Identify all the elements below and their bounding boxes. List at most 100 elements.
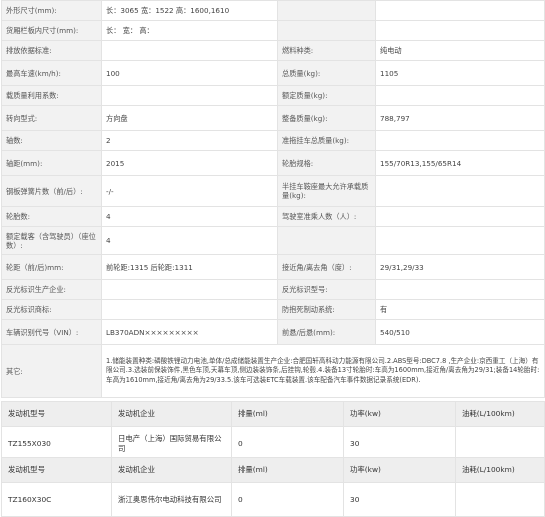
engine-table-row: TZ155X030 日电产（上海）国际贸易有限公司 0 30: [1, 426, 545, 461]
spec-label: [277, 20, 376, 41]
spec-row: 外形尺寸(mm): 长：3065 宽：1522 高：1600,1610: [1, 0, 545, 21]
spec-row: 货厢栏板内尺寸(mm): 长： 宽： 高：: [1, 20, 545, 41]
spec-label: 接近角/离去角（度）:: [277, 254, 376, 280]
spec-row: 排放依据标准: 燃料种类: 纯电动: [1, 40, 545, 61]
spec-value: [375, 226, 545, 255]
spec-row: 转向型式: 方向盘 整备质量(kg): 788,797: [1, 105, 545, 131]
spec-value: 1105: [375, 60, 545, 86]
engine-maker: 日电产（上海）国际贸易有限公司: [111, 426, 232, 461]
spec-value: 长： 宽： 高：: [101, 20, 278, 41]
engine-power: 30: [343, 426, 456, 461]
vehicle-spec-sheet: 外形尺寸(mm): 长：3065 宽：1522 高：1600,1610 货厢栏板内尺…: [0, 0, 545, 517]
engine-maker: 浙江奥思伟尔电动科技有限公司: [111, 482, 232, 517]
engine-table-header: 发动机型号 发动机企业 排量(ml) 功率(kw) 油耗(L/100km): [1, 401, 545, 427]
other-notes-label: 其它:: [1, 344, 102, 398]
spec-row: 钢板弹簧片数（前/后）: -/- 半挂车鞍座最大允许承载质量(kg):: [1, 175, 545, 207]
spec-value: 100: [101, 60, 278, 86]
other-notes-text: 1.储能装置种类:磷酸铁锂动力电池,单体/总成储能装置生产企业:合肥国轩高科动力…: [101, 344, 545, 398]
spec-label: 轴数:: [1, 130, 102, 151]
spec-value: 4: [101, 226, 278, 255]
engine-power-header: 功率(kw): [343, 457, 456, 483]
spec-row: 轮距（前/后)mm: 前轮距:1315 后轮距:1311 接近角/离去角（度）: 29…: [1, 254, 545, 280]
spec-label: 轮胎数:: [1, 206, 102, 227]
spec-label: 准拖挂车总质量(kg):: [277, 130, 376, 151]
spec-value: 长：3065 宽：1522 高：1600,1610: [101, 0, 278, 21]
spec-value: [101, 279, 278, 300]
spec-label: 整备质量(kg):: [277, 105, 376, 131]
engine-table-row: TZ160X30C 浙江奥思伟尔电动科技有限公司 0 30: [1, 482, 545, 517]
spec-value: [375, 175, 545, 207]
other-notes-row: 其它: 1.储能装置种类:磷酸铁锂动力电池,单体/总成储能装置生产企业:合肥国轩…: [1, 344, 545, 398]
spec-label: 钢板弹簧片数（前/后）:: [1, 175, 102, 207]
spec-row: 轴距(mm): 2015 轮胎规格: 155/70R13,155/65R14: [1, 150, 545, 176]
spec-label: 排放依据标准:: [1, 40, 102, 61]
spec-label: 轮胎规格:: [277, 150, 376, 176]
spec-row: 反光标识生产企业: 反光标识型号:: [1, 279, 545, 300]
spec-row: 额定载客（含驾驶员）（座位数）: 4: [1, 226, 545, 255]
engine-power-header: 功率(kw): [343, 401, 456, 427]
spec-label: 外形尺寸(mm):: [1, 0, 102, 21]
spec-row: 轮胎数: 4 驾驶室准乘人数（人）:: [1, 206, 545, 227]
spec-label: [277, 226, 376, 255]
engine-model: TZ160X30C: [1, 482, 112, 517]
spec-label: 防抱死制动系统:: [277, 299, 376, 320]
spec-row: 轴数: 2 准拖挂车总质量(kg):: [1, 130, 545, 151]
spec-label: 额定质量(kg):: [277, 85, 376, 106]
spec-value: 29/31,29/33: [375, 254, 545, 280]
spec-value: 前轮距:1315 后轮距:1311: [101, 254, 278, 280]
engine-model: TZ155X030: [1, 426, 112, 461]
engine-fuel: [455, 482, 545, 517]
spec-label: 轮距（前/后)mm:: [1, 254, 102, 280]
spec-label: 轴距(mm):: [1, 150, 102, 176]
spec-label: 货厢栏板内尺寸(mm):: [1, 20, 102, 41]
spec-value: [375, 279, 545, 300]
spec-value: 方向盘: [101, 105, 278, 131]
spec-value: [101, 85, 278, 106]
spec-value: 2: [101, 130, 278, 151]
engine-power: 30: [343, 482, 456, 517]
engine-fuel-header: 油耗(L/100km): [455, 457, 545, 483]
spec-label: 车辆识别代号（VIN）:: [1, 319, 102, 345]
engine-model-header: 发动机型号: [1, 401, 112, 427]
engine-maker-header: 发动机企业: [111, 457, 232, 483]
engine-displacement-header: 排量(ml): [231, 457, 344, 483]
engine-table-2: 发动机型号 发动机企业 排量(ml) 功率(kw) 油耗(L/100km) TZ…: [1, 457, 545, 517]
spec-label: [277, 0, 376, 21]
spec-label: 前悬/后悬(mm):: [277, 319, 376, 345]
engine-displacement: 0: [231, 482, 344, 517]
spec-label: 载质量利用系数:: [1, 85, 102, 106]
spec-value: [375, 0, 545, 21]
engine-fuel-header: 油耗(L/100km): [455, 401, 545, 427]
spec-label: 驾驶室准乘人数（人）:: [277, 206, 376, 227]
spec-value: 540/510: [375, 319, 545, 345]
spec-value: [375, 85, 545, 106]
engine-table-header: 发动机型号 发动机企业 排量(ml) 功率(kw) 油耗(L/100km): [1, 457, 545, 483]
spec-label: 反光标识型号:: [277, 279, 376, 300]
spec-value: [101, 299, 278, 320]
spec-value: [101, 40, 278, 61]
spec-label: 转向型式:: [1, 105, 102, 131]
spec-value: 纯电动: [375, 40, 545, 61]
spec-value: 有: [375, 299, 545, 320]
spec-value: [375, 130, 545, 151]
spec-label: 最高车速(km/h):: [1, 60, 102, 86]
spec-row: 载质量利用系数: 额定质量(kg):: [1, 85, 545, 106]
spec-value: 155/70R13,155/65R14: [375, 150, 545, 176]
spec-label: 额定载客（含驾驶员）（座位数）:: [1, 226, 102, 255]
engine-model-header: 发动机型号: [1, 457, 112, 483]
spec-label: 反光标识生产企业:: [1, 279, 102, 300]
spec-value: [375, 206, 545, 227]
spec-value: 4: [101, 206, 278, 227]
engine-maker-header: 发动机企业: [111, 401, 232, 427]
spec-value: [375, 20, 545, 41]
spec-label: 反光标识商标:: [1, 299, 102, 320]
spec-value: 788,797: [375, 105, 545, 131]
engine-displacement-header: 排量(ml): [231, 401, 344, 427]
spec-table-body: 外形尺寸(mm): 长：3065 宽：1522 高：1600,1610 货厢栏板内尺…: [1, 0, 545, 345]
spec-table: 外形尺寸(mm): 长：3065 宽：1522 高：1600,1610 货厢栏板内尺…: [1, 0, 545, 398]
spec-label: 燃料种类:: [277, 40, 376, 61]
engine-table-1: 发动机型号 发动机企业 排量(ml) 功率(kw) 油耗(L/100km) TZ…: [1, 401, 545, 461]
spec-label: 半挂车鞍座最大允许承载质量(kg):: [277, 175, 376, 207]
spec-row: 最高车速(km/h): 100 总质量(kg): 1105: [1, 60, 545, 86]
engine-fuel: [455, 426, 545, 461]
